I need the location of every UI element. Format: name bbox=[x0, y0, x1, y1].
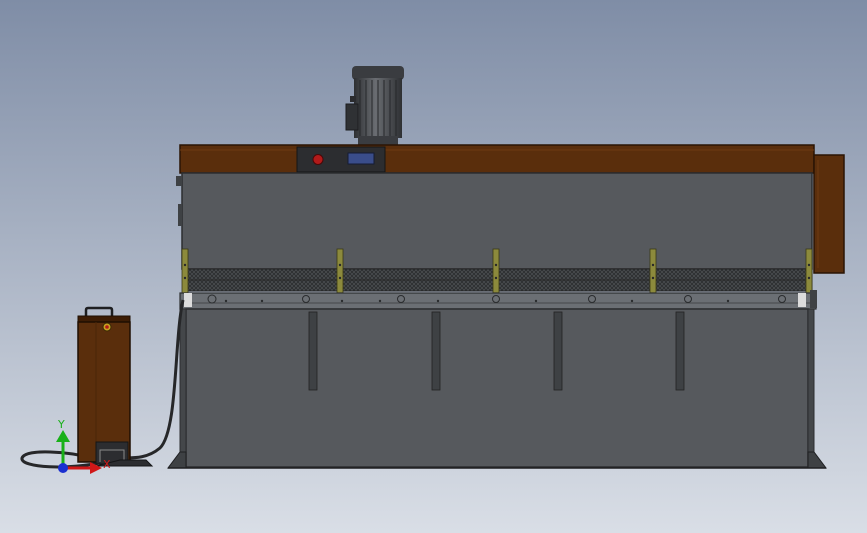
axis-label-y: Y bbox=[57, 418, 65, 431]
axis-label-x: X bbox=[103, 458, 111, 471]
top-beam bbox=[179, 144, 815, 174]
control-panel-icon[interactable] bbox=[296, 146, 386, 173]
indicator-light bbox=[312, 154, 324, 165]
worktable bbox=[179, 292, 817, 310]
cad-viewport[interactable]: Y X bbox=[0, 0, 867, 533]
display-window bbox=[347, 152, 375, 165]
motor-icon[interactable] bbox=[345, 66, 404, 146]
drawing-canvas[interactable]: Y X bbox=[0, 0, 867, 533]
lower-body bbox=[185, 308, 809, 468]
